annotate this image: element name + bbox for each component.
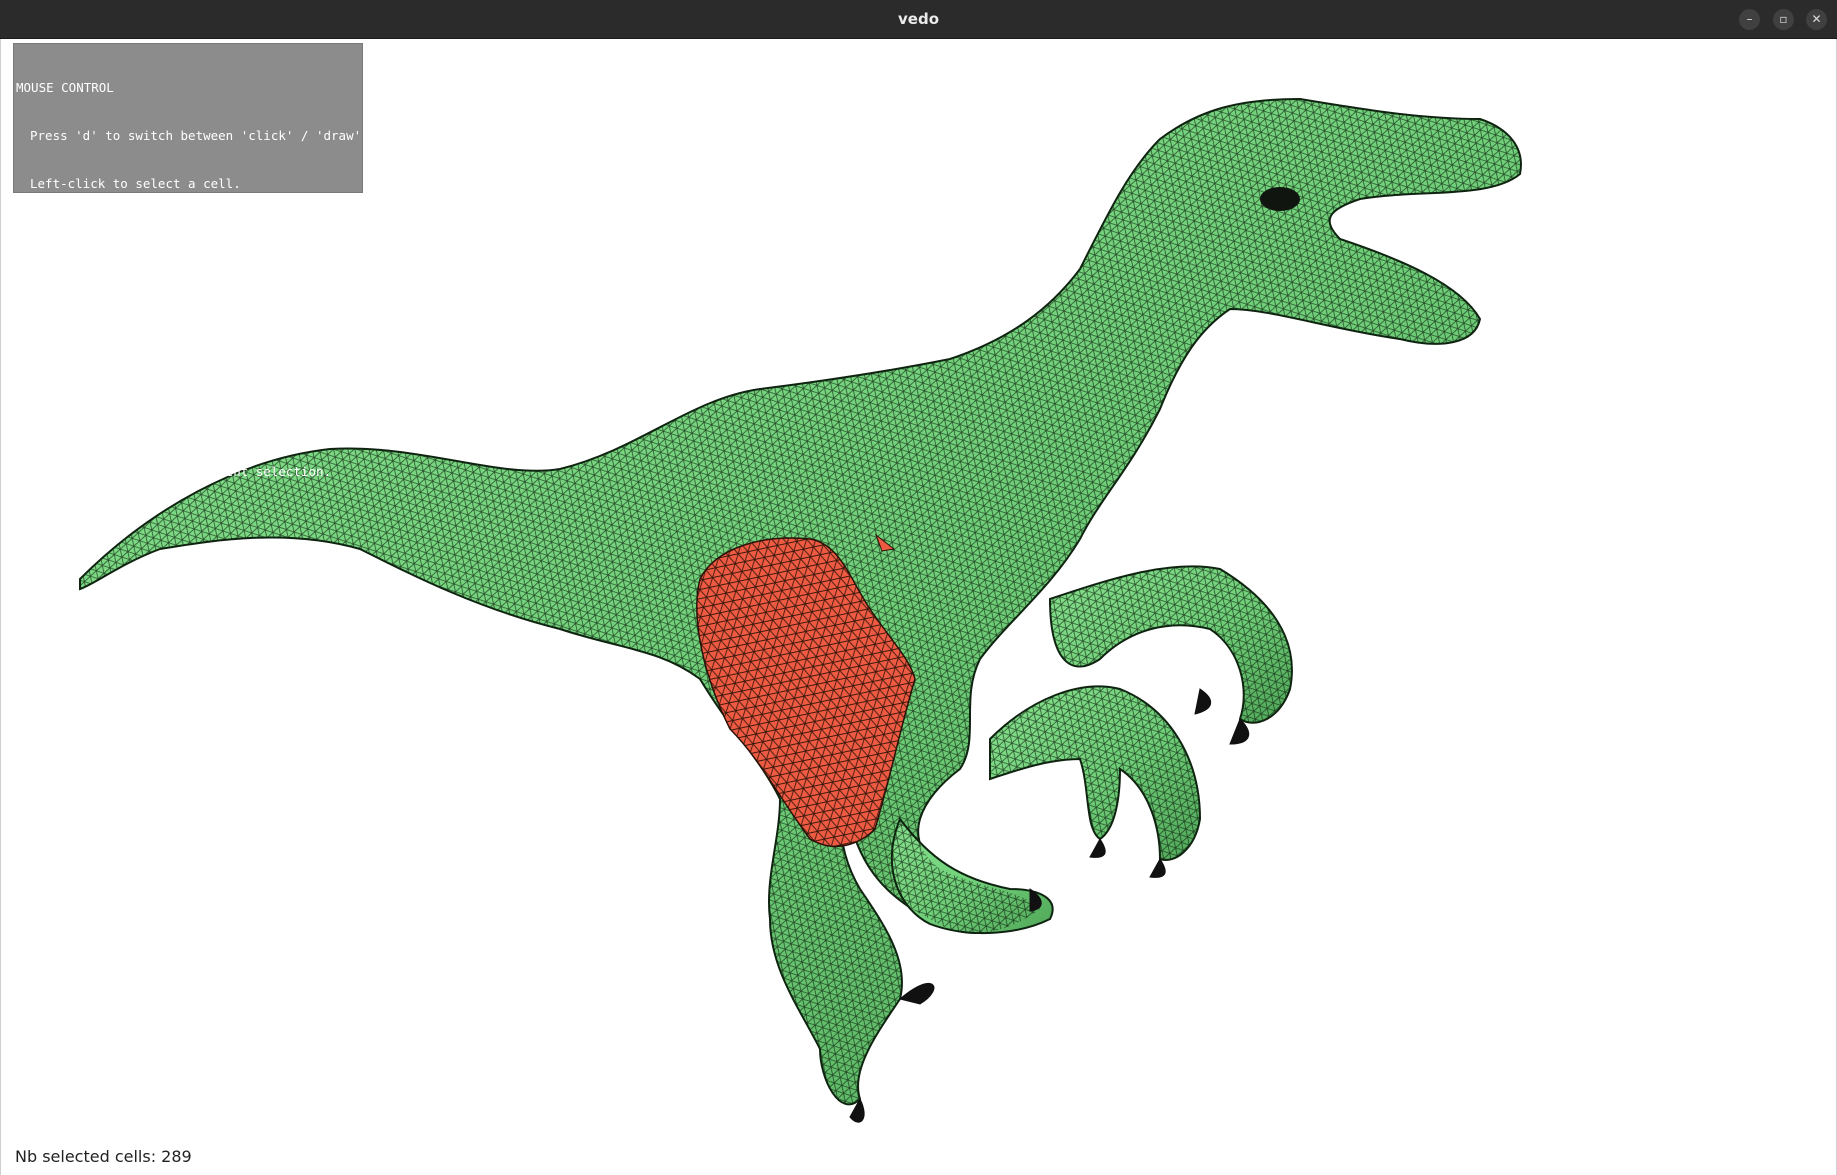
help-line: Press 'z' to remove the last selected ce… — [30, 368, 354, 383]
selected-cells-count: Nb selected cells: 289 — [15, 1147, 192, 1166]
window-titlebar[interactable]: vedo – ▫ ✕ — [0, 0, 1837, 39]
help-line: Right-click to unselect a cell. — [30, 224, 264, 239]
minimize-icon[interactable]: – — [1739, 9, 1760, 30]
help-line: Press 'd' to switch between 'click' / 'd… — [30, 128, 414, 143]
raptor-eye — [1260, 187, 1300, 211]
help-line: Left-click to select a cell. — [30, 176, 241, 191]
help-line: Press 's' to save the current selection. — [30, 464, 332, 479]
help-line: Press 'c' to clear the selection. — [30, 416, 279, 431]
help-spacer — [16, 272, 360, 288]
help-overlay: MOUSE CONTROL Press 'd' to switch betwee… — [13, 43, 414, 479]
keyboard-control-heading: KEYBOARD CONTROL — [16, 320, 137, 335]
maximize-icon[interactable]: ▫ — [1773, 9, 1794, 30]
close-icon[interactable]: ✕ — [1806, 9, 1827, 30]
mouse-control-heading: MOUSE CONTROL — [16, 80, 114, 95]
window-title: vedo — [898, 10, 939, 28]
